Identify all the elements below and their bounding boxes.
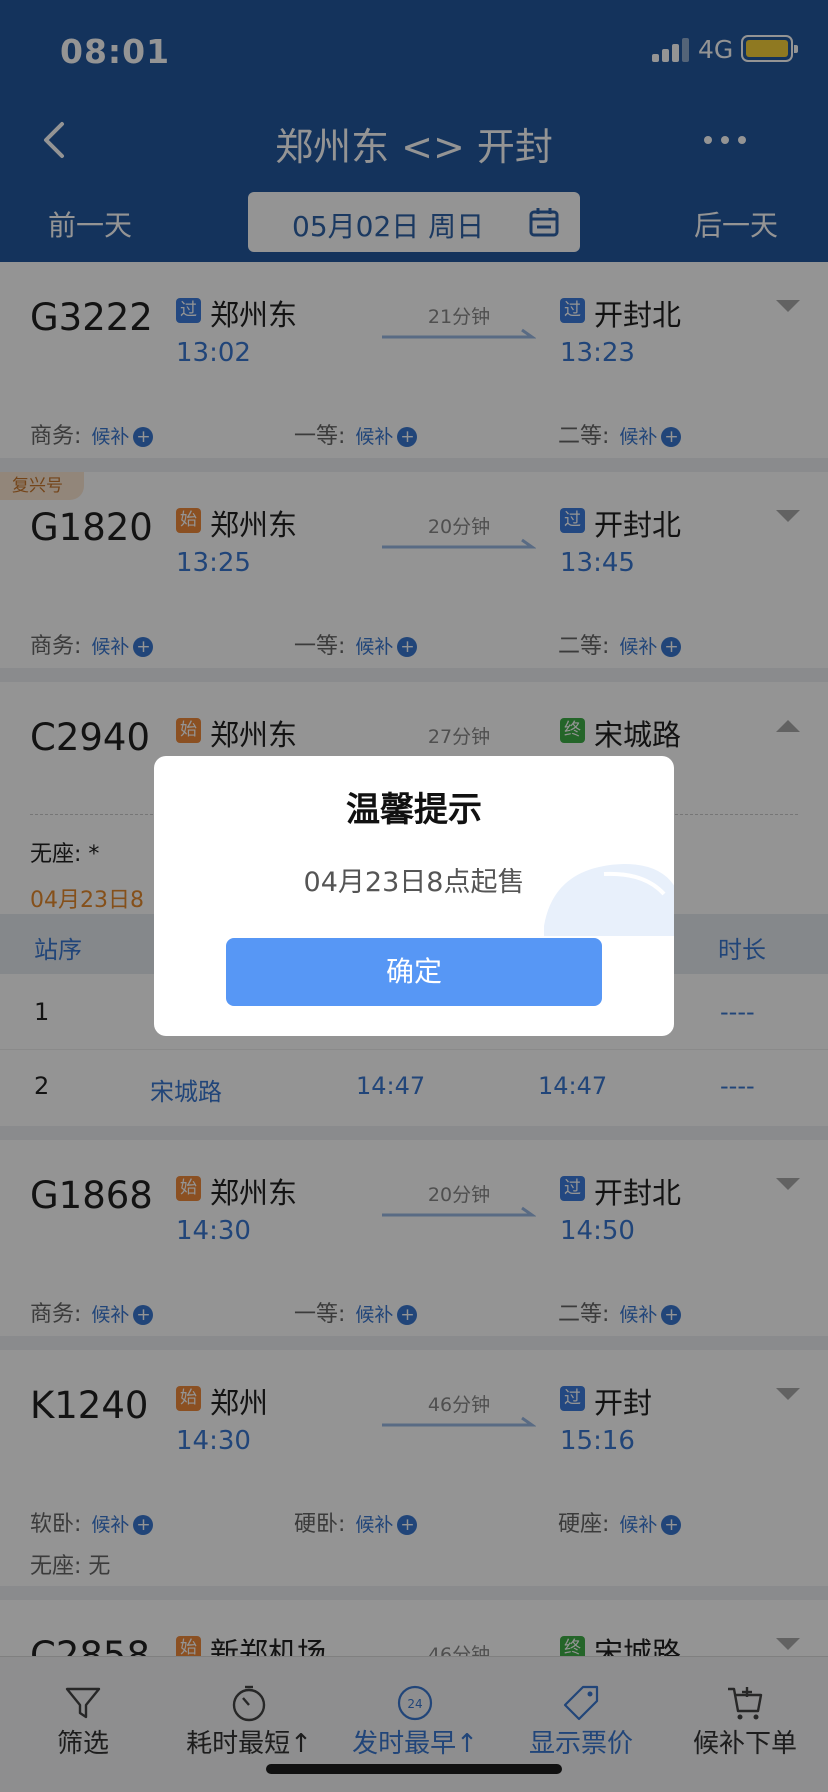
alert-dialog: 温馨提示 04月23日8点起售 确定 — [154, 756, 674, 1036]
dialog-message: 04月23日8点起售 — [303, 867, 525, 898]
dialog-title: 温馨提示 — [346, 790, 482, 830]
confirm-button[interactable]: 确定 — [226, 938, 602, 1006]
home-indicator[interactable] — [266, 1764, 562, 1774]
